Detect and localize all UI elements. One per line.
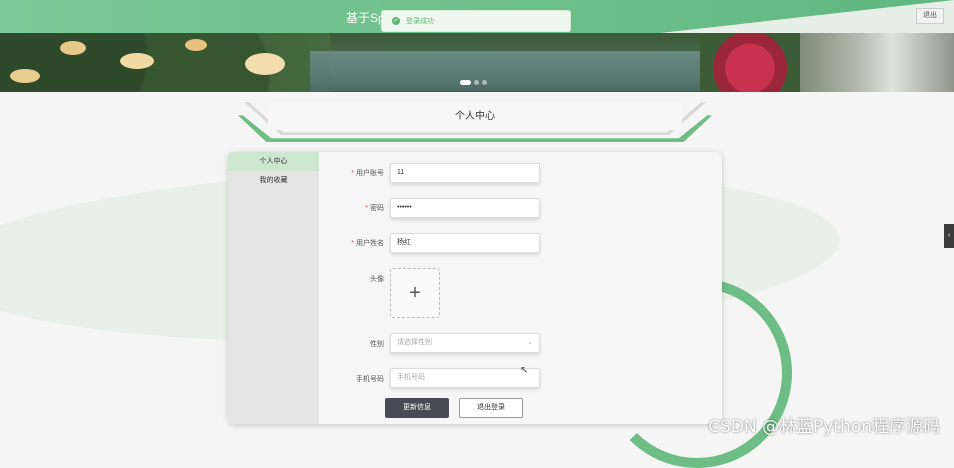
password-input[interactable]: •••••• <box>390 198 540 218</box>
banner-flower <box>120 53 154 69</box>
logout-button[interactable]: 退出登录 <box>459 398 523 418</box>
name-label: * 用户姓名 <box>351 240 384 247</box>
chevron-down-icon: ⌄ <box>527 339 533 346</box>
banner-foliage-right <box>700 33 800 92</box>
page-title: 个人中心 <box>268 103 682 130</box>
carousel-indicators <box>460 80 487 85</box>
collapse-tab[interactable]: ‹ <box>944 224 954 248</box>
watermark: CSDN @林蓝Python程序源码 <box>708 417 940 437</box>
phone-input[interactable]: 手机号码 <box>390 368 540 388</box>
banner-flower <box>245 53 285 75</box>
banner-flower <box>185 39 207 51</box>
banner-road <box>800 33 954 92</box>
toast-message: 登录成功 <box>406 18 434 25</box>
carousel-dot[interactable] <box>474 80 479 85</box>
carousel-dot[interactable] <box>482 80 487 85</box>
header-wedge <box>660 0 954 33</box>
gender-select[interactable]: 请选择性别 ⌄ <box>390 333 540 353</box>
password-label: * 密码 <box>365 205 384 212</box>
gender-label: 性别 <box>370 341 384 348</box>
banner-carousel <box>0 33 954 92</box>
mouse-cursor-icon: ↖ <box>520 365 529 376</box>
name-input[interactable]: 杨红 <box>390 233 540 253</box>
plus-icon: + <box>409 282 421 304</box>
avatar-label: 头像 <box>370 276 384 283</box>
avatar-uploader[interactable]: + <box>390 268 440 318</box>
account-label: * 用户账号 <box>351 170 384 177</box>
header-logout-button[interactable]: 退出 <box>916 8 944 24</box>
chevron-left-icon: ‹ <box>947 232 951 239</box>
banner-flower <box>10 69 40 83</box>
carousel-dot-active[interactable] <box>460 80 471 85</box>
phone-label: 手机号码 <box>356 376 384 383</box>
success-toast: ✓ 登录成功 <box>381 10 571 32</box>
account-input[interactable]: 11 <box>390 163 540 183</box>
update-info-button[interactable]: 更新信息 <box>385 398 449 418</box>
profile-card: 个人中心 我的收藏 * 用户账号 11 * 密码 •••••• * 用户姓名 杨红 头… <box>228 152 722 424</box>
site-title: 基于Sp <box>346 11 385 25</box>
check-circle-icon: ✓ <box>392 17 400 25</box>
gender-select-placeholder: 请选择性别 <box>397 339 432 346</box>
banner-flower <box>60 41 86 55</box>
banner-water <box>310 51 730 91</box>
